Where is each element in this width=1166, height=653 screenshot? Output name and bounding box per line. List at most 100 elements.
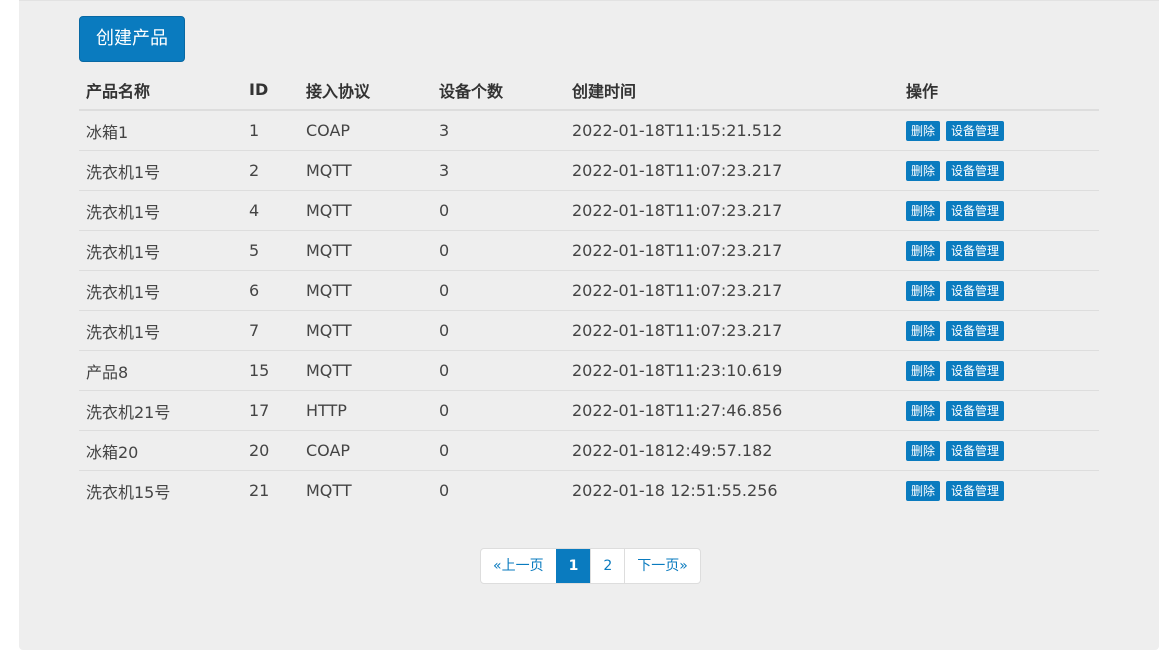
device-count-cell: 0 — [432, 230, 565, 271]
table-row: 洗衣机1号 5 MQTT 0 2022-01-18T11:07:23.217 删除 设备管理 — [79, 230, 1099, 271]
device-manage-button[interactable]: 设备管理 — [946, 160, 1005, 181]
created-at-cell: 2022-01-18T11:07:23.217 — [565, 310, 899, 351]
table-row: 冰箱1 1 COAP 3 2022-01-18T11:15:21.512 删除 设备管理 — [79, 110, 1099, 151]
id-cell: 2 — [242, 150, 299, 191]
table-row: 洗衣机1号 6 MQTT 0 2022-01-18T11:07:23.217 删除 设备管理 — [79, 270, 1099, 311]
delete-button[interactable]: 删除 — [906, 280, 941, 301]
actions-cell: 删除 设备管理 — [899, 190, 1099, 231]
prev-page-link[interactable]: «上一页 — [481, 549, 556, 583]
product-name-cell: 洗衣机1号 — [79, 270, 242, 311]
table-header-row: 产品名称 ID 接入协议 设备个数 创建时间 操作 — [79, 70, 1099, 111]
device-count-cell: 0 — [432, 190, 565, 231]
delete-button[interactable]: 删除 — [906, 400, 941, 421]
device-manage-button[interactable]: 设备管理 — [946, 400, 1005, 421]
protocol-cell: MQTT — [299, 190, 432, 231]
delete-button[interactable]: 删除 — [906, 120, 941, 141]
next-page-link[interactable]: 下一页» — [624, 549, 700, 583]
created-at-cell: 2022-01-18T11:27:46.856 — [565, 390, 899, 431]
product-name-cell: 洗衣机1号 — [79, 150, 242, 191]
product-name-cell: 洗衣机1号 — [79, 230, 242, 271]
id-cell: 1 — [242, 110, 299, 151]
actions-cell: 删除 设备管理 — [899, 310, 1099, 351]
main-panel: 创建产品 产品名称 ID 接入协议 设备个数 创建时间 操作 冰箱1 1 COAP 3… — [19, 0, 1159, 650]
protocol-cell: MQTT — [306, 481, 352, 500]
device-manage-button[interactable]: 设备管理 — [946, 440, 1005, 461]
actions-cell: 删除 设备管理 — [899, 471, 1099, 511]
protocol-cell: COAP — [299, 430, 432, 471]
product-name-cell: 洗衣机15号 — [86, 482, 171, 502]
delete-button[interactable]: 删除 — [906, 360, 941, 381]
created-at-cell: 2022-01-18T11:23:10.619 — [565, 350, 899, 391]
device-count-cell: 3 — [432, 150, 565, 191]
create-product-button[interactable]: 创建产品 — [79, 16, 185, 62]
delete-button[interactable]: 删除 — [906, 440, 941, 461]
table-row: 洗衣机1号 2 MQTT 3 2022-01-18T11:07:23.217 删除 设备管理 — [79, 150, 1099, 191]
table-row: 产品8 15 MQTT 0 2022-01-18T11:23:10.619 删除 设备管理 — [79, 350, 1099, 391]
device-manage-button[interactable]: 设备管理 — [946, 360, 1005, 381]
device-manage-button[interactable]: 设备管理 — [946, 120, 1005, 141]
delete-button[interactable]: 删除 — [906, 240, 941, 261]
created-at-cell: 2022-01-18T11:07:23.217 — [565, 190, 899, 231]
id-cell: 6 — [242, 270, 299, 311]
page-2-link[interactable]: 2 — [590, 549, 624, 583]
product-name-cell: 冰箱1 — [79, 110, 242, 151]
device-count-cell: 0 — [432, 310, 565, 351]
product-name-cell: 洗衣机1号 — [79, 310, 242, 351]
actions-cell: 删除 设备管理 — [899, 150, 1099, 191]
delete-button[interactable]: 删除 — [906, 160, 941, 181]
table-row: 洗衣机15号 21 MQTT 0 2022-01-18 12:51:55.256 删除 设备… — [79, 471, 1099, 511]
device-manage-button[interactable]: 设备管理 — [946, 480, 1005, 501]
created-at-cell: 2022-01-18T11:15:21.512 — [565, 110, 899, 151]
id-cell: 15 — [242, 350, 299, 391]
id-cell: 4 — [242, 190, 299, 231]
product-table: 产品名称 ID 接入协议 设备个数 创建时间 操作 冰箱1 1 COAP 3 2022-… — [79, 70, 1099, 510]
table-body: 冰箱1 1 COAP 3 2022-01-18T11:15:21.512 删除 设备管理 洗衣… — [79, 110, 1099, 510]
protocol-cell: COAP — [299, 110, 432, 151]
header-actions: 操作 — [899, 70, 1099, 111]
device-count-cell: 0 — [432, 430, 565, 471]
actions-cell: 删除 设备管理 — [899, 390, 1099, 431]
id-cell: 7 — [242, 310, 299, 351]
table-row: 冰箱20 20 COAP 0 2022-01-1812:49:57.182 删除 设备管理 — [79, 430, 1099, 471]
device-manage-button[interactable]: 设备管理 — [946, 240, 1005, 261]
protocol-cell: MQTT — [299, 270, 432, 311]
header-protocol: 接入协议 — [299, 70, 432, 111]
device-count-cell: 0 — [432, 390, 565, 431]
device-manage-button[interactable]: 设备管理 — [946, 200, 1005, 221]
header-created-at: 创建时间 — [565, 70, 899, 111]
protocol-cell: HTTP — [299, 390, 432, 431]
id-cell: 20 — [242, 430, 299, 471]
protocol-cell: MQTT — [299, 230, 432, 271]
page-1-link[interactable]: 1 — [555, 549, 591, 583]
actions-cell: 删除 设备管理 — [899, 270, 1099, 311]
id-cell: 21 — [249, 481, 270, 500]
delete-button[interactable]: 删除 — [906, 480, 941, 501]
product-name-cell: 洗衣机1号 — [79, 190, 242, 231]
protocol-cell: MQTT — [299, 310, 432, 351]
created-at-cell: 2022-01-18T11:07:23.217 — [565, 150, 899, 191]
device-manage-button[interactable]: 设备管理 — [946, 280, 1005, 301]
product-name-cell: 产品8 — [79, 350, 242, 391]
header-product-name: 产品名称 — [79, 70, 242, 111]
table-row: 洗衣机1号 4 MQTT 0 2022-01-18T11:07:23.217 删除 设备管理 — [79, 190, 1099, 231]
protocol-cell: MQTT — [299, 150, 432, 191]
id-cell: 5 — [242, 230, 299, 271]
created-at-cell: 2022-01-18T11:07:23.217 — [565, 270, 899, 311]
device-count-cell: 0 — [432, 350, 565, 391]
protocol-cell: MQTT — [299, 350, 432, 391]
created-at-cell: 2022-01-18T11:07:23.217 — [565, 230, 899, 271]
header-id: ID — [242, 70, 299, 111]
product-name-cell: 冰箱20 — [79, 430, 242, 471]
delete-button[interactable]: 删除 — [906, 200, 941, 221]
device-manage-button[interactable]: 设备管理 — [946, 320, 1005, 341]
table-row: 洗衣机21号 17 HTTP 0 2022-01-18T11:27:46.856 删除 设备… — [79, 390, 1099, 431]
actions-cell: 删除 设备管理 — [899, 230, 1099, 271]
actions-cell: 删除 设备管理 — [899, 430, 1099, 471]
id-cell: 17 — [242, 390, 299, 431]
created-at-cell: 2022-01-1812:49:57.182 — [565, 430, 899, 471]
pagination: «上一页 1 2 下一页» — [480, 548, 701, 584]
device-count-cell: 3 — [432, 110, 565, 151]
created-at-cell: 2022-01-18 12:51:55.256 — [572, 481, 778, 500]
product-name-cell: 洗衣机21号 — [79, 390, 242, 431]
delete-button[interactable]: 删除 — [906, 320, 941, 341]
